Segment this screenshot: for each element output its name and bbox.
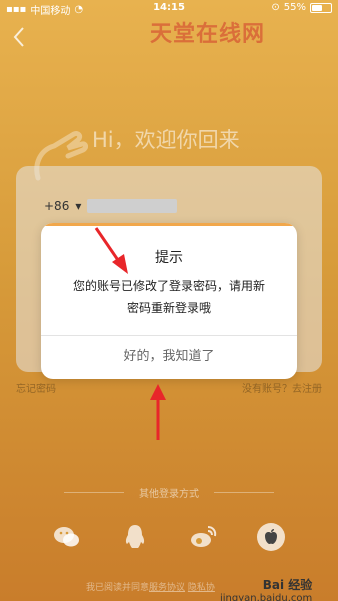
masked-phone-number [87, 199, 178, 213]
status-bar: ▪▪▪ 中国移动 ◔ 14:15 ⊙ 55% [0, 0, 338, 17]
privacy-agreement-link[interactable]: 隐私协 [188, 583, 215, 593]
welcome-heading: Hi，欢迎你回来 [92, 128, 240, 152]
watermark-brand: Bai 经验 [262, 578, 313, 592]
battery-percent: 55% [283, 2, 306, 13]
rotation-lock-icon: ⊙ [271, 2, 280, 13]
phone-input-row[interactable]: +86 ▾ [44, 199, 178, 213]
agreement-text: 我已阅读并同意服务协议 隐私协 [86, 580, 215, 593]
chevron-down-icon[interactable]: ▾ [75, 199, 81, 213]
wechat-icon[interactable] [52, 522, 82, 552]
dialog-confirm-button[interactable]: 好的，我知道了 [41, 335, 297, 379]
service-agreement-link[interactable]: 服务协议 [149, 583, 185, 593]
watermark-top: 天堂在线网 [150, 22, 266, 47]
register-link[interactable]: 没有账号？去注册 [242, 380, 322, 395]
dialog-message: 您的账号已修改了登录密码，请用新 密码重新登录哦 [53, 275, 285, 319]
alert-dialog: 提示 您的账号已修改了登录密码，请用新 密码重新登录哦 好的，我知道了 [41, 223, 297, 379]
country-code[interactable]: +86 [44, 199, 69, 213]
apple-icon[interactable] [256, 522, 286, 552]
dialog-message-line2: 密码重新登录哦 [126, 301, 211, 315]
qq-icon[interactable] [120, 522, 150, 552]
back-icon[interactable] [12, 26, 26, 48]
dialog-message-line1: 您的账号已修改了登录密码，请用新 [72, 279, 265, 293]
agreement-prefix: 我已阅读并同意 [86, 583, 150, 593]
battery-icon [310, 2, 332, 13]
annotation-arrow-lower [150, 384, 166, 440]
dialog-accent-bar [41, 223, 297, 226]
watermark-bottom: Bai 经验 jingyan.baidu.com [220, 576, 312, 601]
annotation-arrow-upper [94, 227, 128, 274]
watermark-url: jingyan.baidu.com [220, 593, 313, 601]
weibo-icon[interactable] [188, 522, 218, 552]
forgot-password-link[interactable]: 忘记密码 [16, 380, 56, 395]
other-login-divider: 其他登录方式 [64, 485, 274, 500]
dialog-title: 提示 [155, 250, 183, 266]
login-screen: ▪▪▪ 中国移动 ◔ 14:15 ⊙ 55% 天堂在线网 Hi，欢迎你回来 +8… [0, 0, 338, 601]
